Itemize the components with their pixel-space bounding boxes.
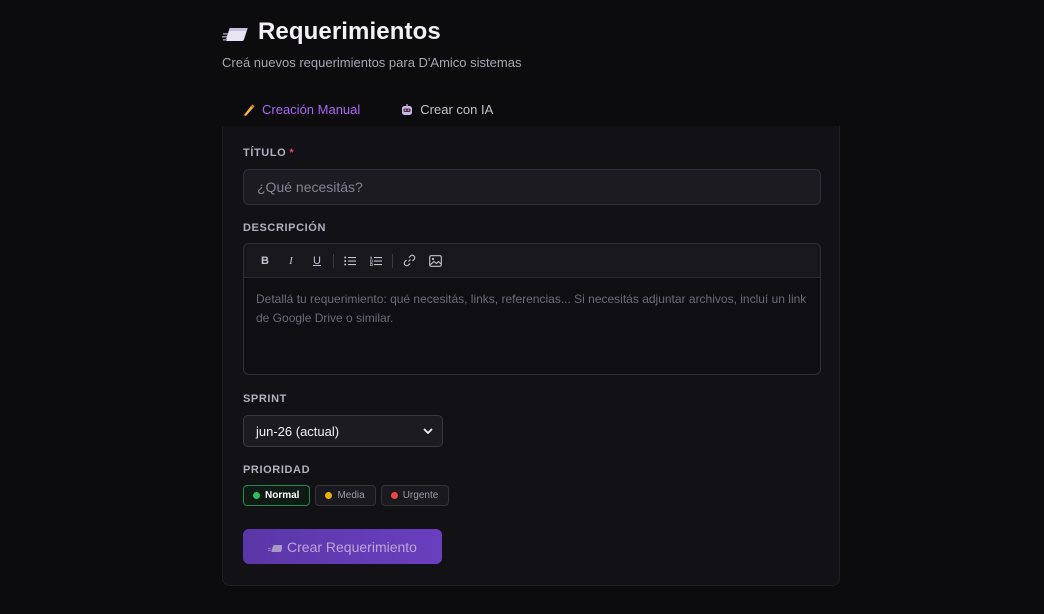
titulo-label-text: TÍTULO — [243, 147, 287, 159]
memo-icon — [222, 28, 248, 41]
sprint-select[interactable]: jun-26 (actual) — [243, 415, 443, 447]
page-title: Requerimientos — [258, 18, 441, 45]
chevron-down-icon — [423, 428, 433, 434]
crear-requerimiento-button[interactable]: Crear Requerimiento — [243, 529, 442, 564]
toolbar-divider — [392, 253, 393, 268]
required-mark: * — [289, 147, 295, 159]
bold-button[interactable]: B — [252, 248, 278, 274]
description-placeholder[interactable]: Detallá tu requerimiento: qué necesitás,… — [244, 278, 820, 340]
tab-label: Crear con IA — [420, 102, 494, 117]
numbered-list-icon[interactable] — [363, 248, 389, 274]
titulo-label: TÍTULO * — [243, 147, 294, 159]
priority-label: Normal — [265, 490, 300, 501]
link-icon[interactable] — [396, 248, 422, 274]
underline-button[interactable]: U — [304, 248, 330, 274]
green-dot-icon — [253, 492, 260, 499]
titulo-input[interactable] — [243, 169, 821, 205]
bullet-list-icon[interactable] — [337, 248, 363, 274]
form-card: TÍTULO* DESCRIPCIÓN B I U — [222, 126, 840, 586]
image-icon[interactable] — [422, 248, 448, 274]
yellow-dot-icon — [325, 492, 333, 499]
tab-crear-con-ia[interactable]: Crear con IA — [380, 92, 513, 127]
tab-creacion-manual[interactable]: Creación Manual — [222, 92, 381, 128]
priority-normal[interactable]: Normal — [243, 485, 311, 506]
memo-icon — [268, 544, 283, 552]
robot-icon — [400, 103, 414, 117]
priority-options: Normal Media Urgente — [243, 485, 450, 506]
tab-label: Creación Manual — [262, 102, 361, 117]
sprint-label: SPRINT — [243, 393, 287, 405]
descripcion-label: DESCRIPCIÓN — [243, 222, 326, 234]
priority-media[interactable]: Media — [315, 485, 376, 506]
page-header: Requerimientos Creá nuevos requerimiento… — [222, 17, 840, 70]
editor-toolbar: B I U — [244, 244, 820, 278]
prioridad-label: PRIORIDAD — [243, 464, 311, 476]
page-subtitle: Creá nuevos requerimientos para D'Amico … — [222, 55, 522, 70]
priority-label: Urgente — [402, 490, 439, 501]
priority-urgente[interactable]: Urgente — [380, 485, 450, 506]
italic-button[interactable]: I — [278, 248, 304, 274]
description-editor[interactable]: B I U Detallá tu requerimiento: qué nece… — [243, 243, 821, 375]
tab-bar: Creación Manual Crear con IA — [222, 92, 840, 128]
red-dot-icon — [390, 492, 398, 499]
toolbar-divider — [333, 253, 334, 268]
writing-hand-icon — [242, 103, 256, 117]
sprint-value: jun-26 (actual) — [256, 423, 340, 439]
priority-label: Media — [337, 490, 365, 501]
title-row: Requerimientos — [222, 17, 840, 47]
submit-label: Crear Requerimiento — [287, 538, 417, 555]
